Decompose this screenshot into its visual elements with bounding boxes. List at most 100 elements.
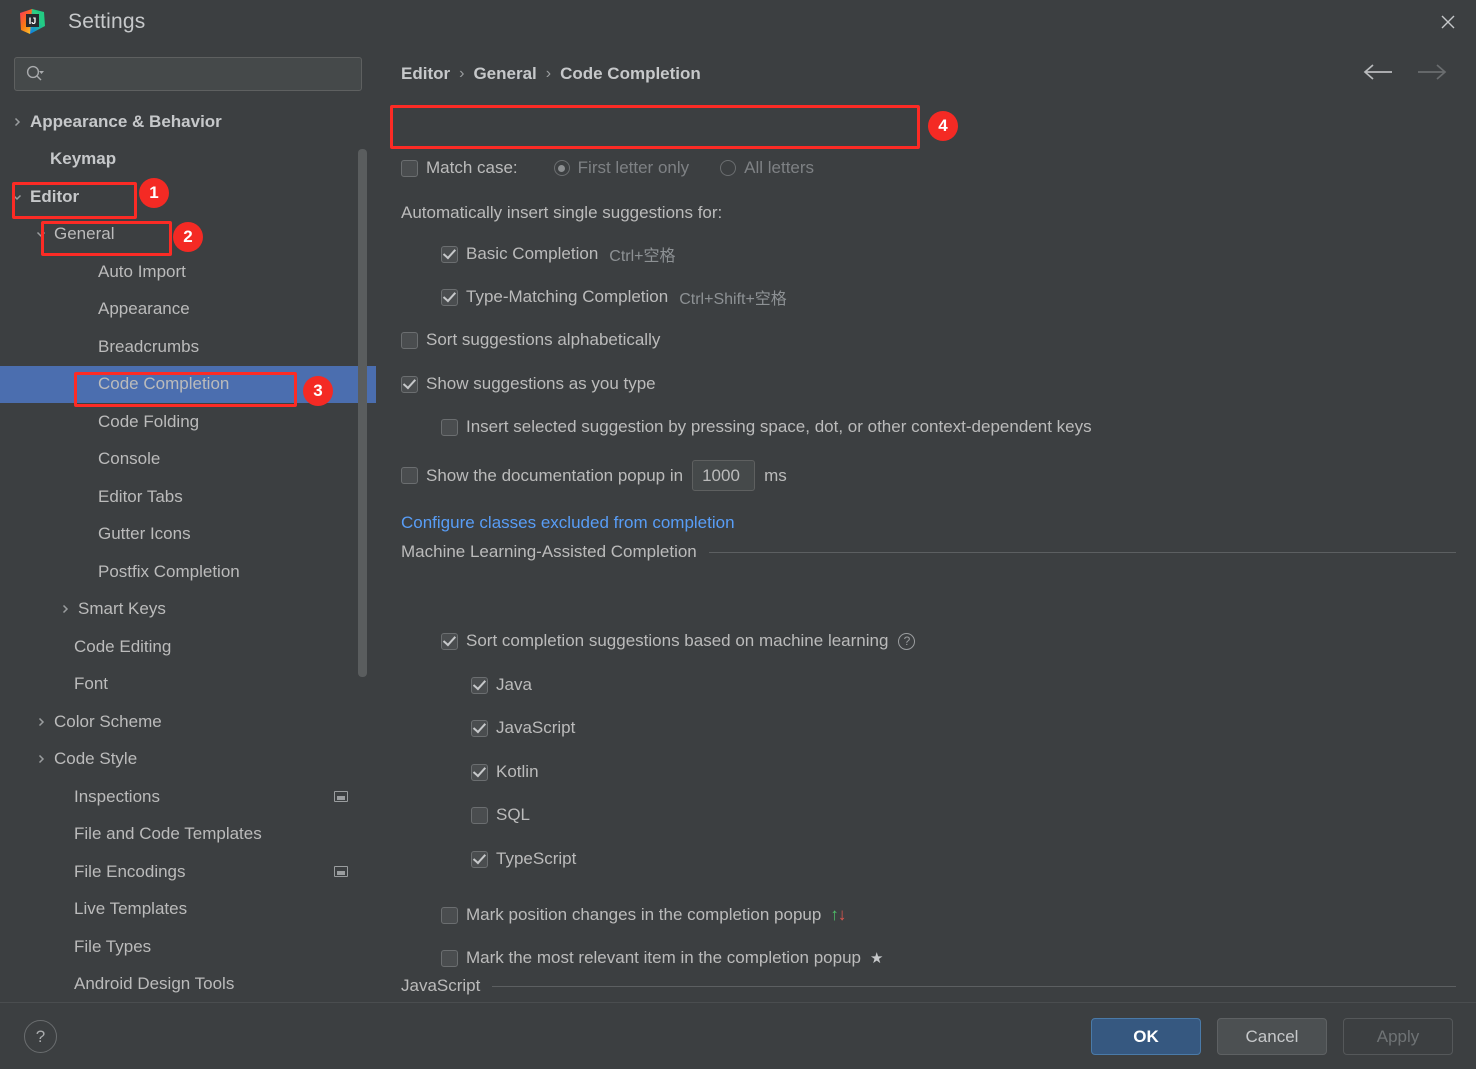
ml-lang-java-checkbox[interactable]	[471, 676, 488, 694]
chevron-down-icon[interactable]	[10, 191, 24, 203]
breadcrumb-item-general[interactable]: General	[473, 64, 536, 84]
arrow-right-icon[interactable]	[1416, 62, 1448, 82]
search-input[interactable]	[45, 65, 361, 83]
sidebar-scrollbar-thumb[interactable]	[358, 149, 367, 677]
sidebar-item-file-and-code-templates[interactable]: File and Code Templates	[0, 816, 376, 854]
sidebar-item-color-scheme[interactable]: Color Scheme	[0, 703, 376, 741]
sidebar-item-label: Code Editing	[74, 636, 172, 656]
breadcrumb-item-code-completion[interactable]: Code Completion	[560, 64, 701, 84]
annotation-number-3: 3	[303, 376, 333, 406]
intellij-logo-icon: IJ	[18, 8, 46, 36]
mark-relevant-row[interactable]: Mark the most relevant item in the compl…	[441, 948, 883, 968]
type-matching-completion-shortcut: Ctrl+Shift+空格	[679, 291, 787, 308]
ml-lang-kotlin-row[interactable]: Kotlin	[471, 762, 539, 782]
sidebar-item-editor-tabs[interactable]: Editor Tabs	[0, 478, 376, 516]
question-mark-icon[interactable]: ?	[898, 632, 916, 650]
ml-lang-typescript-row[interactable]: TypeScript	[471, 849, 576, 869]
ml-lang-javascript-row[interactable]: JavaScript	[471, 718, 575, 738]
settings-dialog: IJ Settings Appearance & Behavior Keymap…	[0, 0, 1476, 1069]
doc-popup-checkbox[interactable]	[401, 467, 418, 484]
sidebar-item-file-types[interactable]: File Types	[0, 928, 376, 966]
close-icon[interactable]	[1420, 0, 1476, 44]
all-letters-radio[interactable]	[720, 160, 737, 176]
sidebar-item-auto-import[interactable]: Auto Import	[0, 253, 376, 291]
doc-popup-delay-input[interactable]: 1000	[692, 460, 756, 491]
chevron-right-icon: ›	[459, 65, 465, 82]
sidebar-item-android-design-tools[interactable]: Android Design Tools	[0, 966, 376, 1003]
sidebar-item-breadcrumbs[interactable]: Breadcrumbs	[0, 328, 376, 366]
sidebar-item-code-editing[interactable]: Code Editing	[0, 628, 376, 666]
chevron-down-icon[interactable]	[34, 228, 48, 240]
configure-excluded-link-row[interactable]: Configure classes excluded from completi…	[401, 513, 735, 533]
section-divider	[708, 551, 1456, 553]
sort-ml-label: Sort completion suggestions based on mac…	[466, 631, 889, 650]
arrow-left-icon[interactable]	[1362, 62, 1394, 82]
ml-lang-kotlin-checkbox[interactable]	[471, 763, 488, 781]
ml-lang-javascript-checkbox[interactable]	[471, 719, 488, 737]
sidebar-item-font[interactable]: Font	[0, 666, 376, 704]
sidebar-item-keymap[interactable]: Keymap	[0, 141, 376, 179]
detach-window-icon[interactable]	[334, 866, 348, 878]
all-letters-option[interactable]: All letters	[720, 158, 814, 178]
type-matching-completion-checkbox[interactable]	[441, 288, 458, 306]
sidebar-item-label: File Types	[74, 936, 152, 956]
first-letter-only-option[interactable]: First letter only	[553, 158, 690, 178]
sort-ml-checkbox[interactable]	[441, 632, 458, 650]
ml-lang-sql-row[interactable]: SQL	[471, 805, 530, 825]
first-letter-only-label: First letter only	[577, 158, 690, 177]
ml-lang-kotlin-label: Kotlin	[496, 762, 539, 781]
breadcrumb-item-editor[interactable]: Editor	[401, 64, 450, 84]
sidebar-item-inspections[interactable]: Inspections	[0, 778, 376, 816]
sidebar-item-label: Color Scheme	[54, 711, 162, 731]
chevron-right-icon[interactable]	[34, 716, 48, 728]
mark-position-row[interactable]: Mark position changes in the completion …	[441, 905, 846, 925]
sidebar-item-postfix-completion[interactable]: Postfix Completion	[0, 553, 376, 591]
show-as-you-type-checkbox[interactable]	[401, 375, 418, 393]
mark-position-label: Mark position changes in the completion …	[466, 905, 822, 924]
sidebar-item-file-encodings[interactable]: File Encodings	[0, 853, 376, 891]
chevron-right-icon[interactable]	[10, 116, 24, 128]
chevron-right-icon[interactable]	[58, 603, 72, 615]
sidebar-item-gutter-icons[interactable]: Gutter Icons	[0, 516, 376, 554]
ml-lang-typescript-checkbox[interactable]	[471, 850, 488, 868]
mark-position-checkbox[interactable]	[441, 906, 458, 924]
sidebar-item-code-folding[interactable]: Code Folding	[0, 403, 376, 441]
ml-lang-sql-label: SQL	[496, 805, 531, 824]
sort-alphabetically-checkbox[interactable]	[401, 331, 418, 349]
chevron-right-icon[interactable]	[34, 753, 48, 765]
sidebar-item-code-style[interactable]: Code Style	[0, 741, 376, 779]
basic-completion-row[interactable]: Basic Completion Ctrl+空格	[441, 242, 676, 266]
sidebar-item-label: Font	[74, 674, 109, 694]
sidebar-item-appearance-behavior[interactable]: Appearance & Behavior	[0, 103, 376, 141]
configure-excluded-classes-link[interactable]: Configure classes excluded from completi…	[401, 513, 735, 533]
match-case-checkbox[interactable]	[401, 159, 418, 177]
sidebar-item-console[interactable]: Console	[0, 441, 376, 479]
sort-alphabetically-row[interactable]: Sort suggestions alphabetically	[401, 330, 660, 350]
annotation-number-2: 2	[173, 222, 203, 252]
cancel-button[interactable]: Cancel	[1217, 1018, 1327, 1055]
sidebar-item-editor[interactable]: Editor	[0, 178, 376, 216]
sidebar-item-label: Smart Keys	[78, 599, 166, 619]
insert-selected-checkbox[interactable]	[441, 418, 458, 436]
search-box[interactable]	[14, 57, 362, 91]
help-button[interactable]: ?	[24, 1020, 57, 1053]
sidebar-item-live-templates[interactable]: Live Templates	[0, 891, 376, 929]
detach-window-icon[interactable]	[334, 791, 348, 803]
sidebar-item-label: File and Code Templates	[74, 824, 262, 844]
doc-popup-label: Show the documentation popup in	[426, 465, 684, 485]
sidebar-item-label: Code Folding	[98, 411, 200, 431]
type-matching-completion-row[interactable]: Type-Matching Completion Ctrl+Shift+空格	[441, 285, 787, 309]
ml-lang-sql-checkbox[interactable]	[471, 806, 488, 824]
sort-ml-row[interactable]: Sort completion suggestions based on mac…	[441, 631, 916, 651]
sidebar-item-appearance[interactable]: Appearance	[0, 291, 376, 329]
insert-selected-row[interactable]: Insert selected suggestion by pressing s…	[441, 417, 1092, 437]
show-as-you-type-row[interactable]: Show suggestions as you type	[401, 374, 656, 394]
auto-insert-label: Automatically insert single suggestions …	[401, 203, 722, 223]
ml-lang-java-row[interactable]: Java	[471, 675, 532, 695]
sidebar-item-smart-keys[interactable]: Smart Keys	[0, 591, 376, 629]
mark-relevant-checkbox[interactable]	[441, 949, 458, 967]
basic-completion-checkbox[interactable]	[441, 245, 458, 263]
doc-popup-row[interactable]: Show the documentation popup in 1000 ms	[401, 460, 787, 491]
ok-button[interactable]: OK	[1091, 1018, 1201, 1055]
first-letter-only-radio[interactable]	[553, 160, 570, 176]
